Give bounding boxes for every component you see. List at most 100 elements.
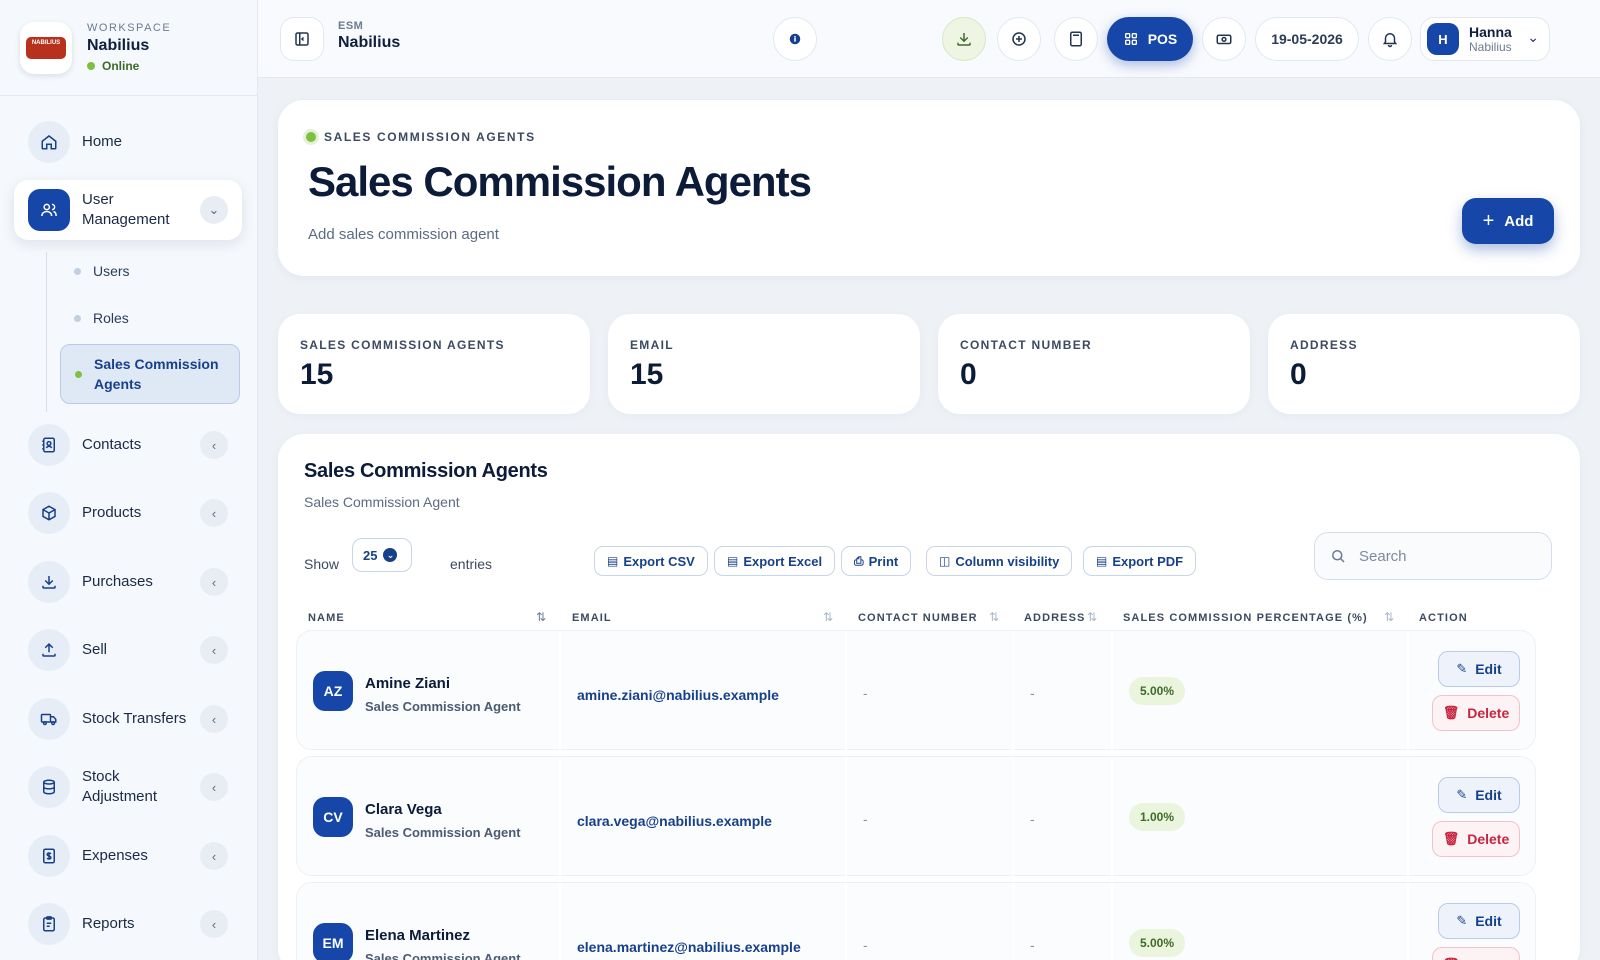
chevron-down-icon[interactable]: ⌄	[200, 196, 228, 224]
agent-email[interactable]: amine.ziani@nabilius.example	[577, 687, 779, 703]
chevron-left-icon[interactable]: ‹	[200, 499, 228, 527]
sidebar-item-stock-adjustment[interactable]: Stock Adjustment ‹	[14, 757, 242, 817]
delete-button[interactable]: 🗑Delete	[1432, 695, 1520, 731]
status-text: Online	[102, 59, 140, 73]
sort-icon[interactable]: ⇅	[536, 610, 546, 624]
download-icon	[957, 33, 971, 46]
avatar: H	[1427, 23, 1459, 55]
print-button[interactable]: ⎙ Print	[841, 546, 912, 576]
edit-label: Edit	[1475, 913, 1502, 929]
bell-icon	[1382, 33, 1398, 48]
sidebar-subitem-users[interactable]: Users	[60, 250, 240, 292]
edit-button[interactable]: ✎ Edit	[1438, 903, 1520, 939]
sidebar-item-products[interactable]: Products ‹	[14, 483, 242, 543]
table-title: Sales Commission Agents	[304, 460, 548, 482]
agent-email[interactable]: clara.vega@nabilius.example	[577, 813, 772, 829]
stat-value: 15	[300, 358, 334, 391]
excel-icon: ▤	[727, 554, 739, 568]
trash-icon: 🗑	[1442, 831, 1460, 846]
workspace-logo[interactable]: NABILIUS	[20, 21, 72, 74]
download-button[interactable]	[942, 17, 986, 61]
column-header-address[interactable]: ADDRESS	[1024, 612, 1086, 624]
sort-icon[interactable]: ⇅	[1087, 610, 1097, 624]
chevron-down-icon: ⌄	[383, 548, 398, 562]
users-icon	[28, 189, 70, 231]
search-input[interactable]	[1359, 547, 1529, 565]
date-display[interactable]: 19-05-2026	[1255, 17, 1359, 61]
chevron-left-icon[interactable]: ‹	[200, 431, 228, 459]
cash-button[interactable]	[1202, 17, 1246, 61]
user-menu[interactable]: H Hanna Nabilius ⌄	[1420, 17, 1550, 61]
sidebar-item-reports[interactable]: Reports ‹	[14, 894, 242, 954]
agent-role: Sales Commission Agent	[365, 825, 521, 840]
download-icon	[28, 561, 70, 603]
export-excel-button[interactable]: ▤ Export Excel	[714, 546, 836, 576]
stat-label: CONTACT NUMBER	[960, 338, 1092, 352]
receipt-icon	[28, 835, 70, 877]
chevron-left-icon[interactable]: ‹	[200, 773, 228, 801]
agent-avatar: CV	[313, 797, 353, 837]
delete-label: Delete	[1467, 705, 1510, 721]
edit-button[interactable]: ✎ Edit	[1438, 651, 1520, 687]
sidebar-subitem-sales-commission-agents[interactable]: Sales Commission Agents	[60, 344, 240, 404]
stat-card-email: EMAIL 15	[608, 314, 920, 414]
column-header-action: ACTION	[1419, 612, 1468, 624]
bullet-dot	[75, 370, 82, 378]
chevron-left-icon[interactable]: ‹	[200, 910, 228, 938]
sidebar-toggle-button[interactable]	[280, 17, 324, 61]
chevron-left-icon[interactable]: ‹	[200, 568, 228, 596]
stat-card-address: ADDRESS 0	[1268, 314, 1580, 414]
commission-badge: 1.00%	[1129, 803, 1186, 831]
bullet-dot	[74, 267, 81, 275]
column-header-contact[interactable]: CONTACT NUMBER	[858, 612, 978, 624]
sidebar-item-sell[interactable]: Sell ‹	[14, 620, 242, 680]
sidebar-item-home[interactable]: Home	[14, 112, 242, 172]
store-indicator: ESM Nabilius	[338, 20, 400, 52]
export-label: Column visibility	[955, 553, 1060, 569]
search-icon	[1332, 550, 1345, 563]
sidebar-item-user-management[interactable]: User Management ⌄	[14, 180, 242, 240]
agent-contact: -	[863, 937, 868, 953]
agent-email[interactable]: elena.martinez@nabilius.example	[577, 939, 801, 955]
delete-button[interactable]: 🗑Delete	[1432, 821, 1520, 857]
add-button[interactable]: + Add	[1462, 198, 1554, 244]
chevron-left-icon[interactable]: ‹	[200, 636, 228, 664]
entries-select[interactable]: 25 ⌄	[352, 538, 412, 572]
edit-button[interactable]: ✎ Edit	[1438, 777, 1520, 813]
plus-circle-icon	[1012, 32, 1026, 46]
sort-icon[interactable]: ⇅	[1384, 610, 1394, 624]
pencil-icon: ✎	[1456, 913, 1468, 928]
sidebar-item-expenses[interactable]: Expenses ‹	[14, 826, 242, 886]
notifications-button[interactable]	[1368, 17, 1412, 61]
agent-name: Elena Martinez	[365, 927, 471, 944]
pencil-icon: ✎	[1456, 661, 1468, 676]
add-circle-button[interactable]	[997, 17, 1041, 61]
calculator-button[interactable]	[1054, 17, 1098, 61]
column-header-email[interactable]: EMAIL	[572, 612, 612, 624]
page-tag-text: SALES COMMISSION AGENTS	[324, 130, 536, 144]
sort-icon[interactable]: ⇅	[989, 610, 999, 624]
column-header-name[interactable]: NAME	[308, 612, 345, 624]
entries-label: entries	[450, 556, 493, 572]
sidebar-item-contacts[interactable]: Contacts ‹	[14, 415, 242, 475]
workspace-label: WORKSPACE	[87, 22, 172, 34]
sidebar-subitem-roles[interactable]: Roles	[60, 297, 240, 339]
chevron-left-icon[interactable]: ‹	[200, 842, 228, 870]
agent-name: Clara Vega	[365, 801, 442, 818]
export-pdf-button[interactable]: ▤ Export PDF	[1083, 546, 1197, 576]
sidebar-item-stock-transfers[interactable]: Stock Transfers ‹	[14, 689, 242, 749]
page-title: Sales Commission Agents	[308, 158, 812, 205]
sidebar-item-purchases[interactable]: Purchases ‹	[14, 552, 242, 612]
column-visibility-button[interactable]: ◫ Column visibility	[926, 546, 1073, 576]
column-header-percentage[interactable]: SALES COMMISSION PERCENTAGE (%)	[1123, 612, 1368, 624]
pos-button[interactable]: POS	[1107, 17, 1193, 61]
sort-icon[interactable]: ⇅	[823, 610, 833, 624]
sidebar-item-label: Reports	[82, 915, 135, 932]
chevron-left-icon[interactable]: ‹	[200, 705, 228, 733]
export-csv-button[interactable]: ▤ Export CSV	[594, 546, 708, 576]
show-label: Show	[304, 556, 340, 572]
workspace-name: Nabilius	[87, 37, 150, 54]
info-button[interactable]	[773, 17, 817, 61]
delete-button[interactable]: 🗑Delete	[1432, 947, 1520, 960]
sidebar-item-label: Products	[82, 504, 142, 521]
